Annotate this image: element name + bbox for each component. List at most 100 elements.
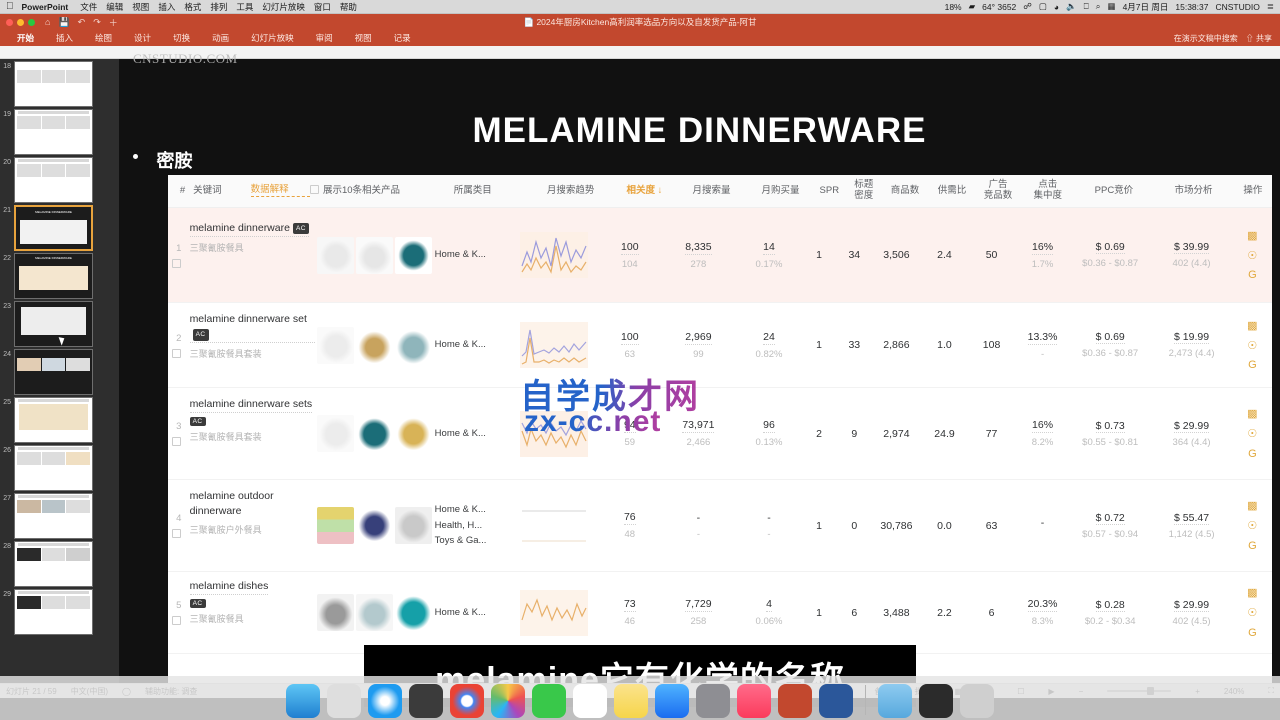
product-image-2[interactable]	[356, 326, 394, 364]
battery-icon[interactable]: ▰	[969, 1, 976, 12]
slide-thumbnail-21-selected[interactable]: MELAMINE DINNERWARE	[14, 205, 93, 251]
slide-thumbnail-24[interactable]	[14, 349, 93, 395]
menu-item-slideshow[interactable]: 幻灯片放映	[262, 1, 305, 13]
more-icon[interactable]: ☉	[1246, 339, 1259, 352]
product-image-1[interactable]	[317, 507, 355, 544]
tab-view[interactable]: 视图	[344, 30, 383, 46]
slide-thumbnail-28[interactable]	[14, 541, 93, 587]
launchpad-icon[interactable]	[327, 684, 361, 718]
word-icon[interactable]	[819, 684, 853, 718]
wifi-icon[interactable]: ◕	[1054, 2, 1059, 12]
bar-chart-icon[interactable]: ▩	[1246, 499, 1259, 512]
safari-icon[interactable]	[368, 684, 402, 718]
chrome-icon[interactable]	[450, 684, 484, 718]
row-product-images[interactable]	[315, 572, 435, 653]
thumbnail-row[interactable]: 21 MELAMINE DINNERWARE	[0, 203, 119, 251]
product-thumbs[interactable]	[317, 507, 433, 544]
thumbnail-row[interactable]: 27	[0, 491, 119, 539]
row-ops[interactable]: ▩ ☉ G	[1233, 303, 1272, 387]
tab-record[interactable]: 记录	[383, 30, 422, 46]
volume-icon[interactable]: 🔈	[1066, 1, 1077, 12]
more-icon[interactable]: ☉	[1246, 519, 1259, 532]
apple-icon[interactable]: 	[6, 1, 14, 12]
tab-slideshow[interactable]: 幻灯片放映	[240, 30, 305, 46]
row-ops[interactable]: ▩ ☉ G	[1233, 572, 1272, 653]
tab-design[interactable]: 设计	[123, 30, 162, 46]
product-image-2[interactable]	[356, 507, 394, 544]
finder-icon[interactable]	[286, 684, 320, 718]
product-image-3[interactable]	[395, 507, 433, 544]
product-image-1[interactable]	[317, 326, 355, 364]
slide-thumbnail-23[interactable]	[14, 301, 93, 347]
product-thumbs[interactable]	[317, 236, 433, 274]
bluetooth-icon[interactable]: ☍	[1023, 1, 1032, 12]
messages-icon[interactable]	[532, 684, 566, 718]
thumbnail-row[interactable]: 26	[0, 443, 119, 491]
google-icon[interactable]: G	[1246, 359, 1259, 372]
powerpoint-icon[interactable]	[778, 684, 812, 718]
menu-item-file[interactable]: 文件	[80, 1, 97, 13]
thumbnail-row[interactable]: 25	[0, 395, 119, 443]
row-keyword-cell[interactable]: melamine dinnerware sets AC 三聚氰胺餐具套装	[189, 388, 316, 479]
control-center-icon[interactable]: ≣	[1267, 1, 1274, 12]
header-show-related[interactable]: 展示10条相关产品	[309, 185, 454, 197]
row-keyword-cell[interactable]: melamine outdoor dinnerware 三聚氰胺户外餐具	[190, 480, 316, 571]
add-icon[interactable]: ＋	[109, 16, 118, 29]
ops-icon-group[interactable]: ▩ ☉ G	[1246, 229, 1259, 282]
product-image-2[interactable]	[356, 236, 394, 274]
row-checkbox[interactable]	[172, 258, 182, 268]
google-icon[interactable]: G	[1246, 626, 1259, 639]
tab-review[interactable]: 审阅	[305, 30, 344, 46]
more-icon[interactable]: ☉	[1246, 606, 1259, 619]
menu-item-view[interactable]: 视图	[132, 1, 149, 13]
slide-thumbnail-22[interactable]: MELAMINE DINNERWARE	[14, 253, 93, 299]
close-icon[interactable]	[6, 18, 13, 26]
screenshare-icon[interactable]: ⎕	[1084, 1, 1089, 12]
row-product-images[interactable]	[315, 388, 435, 479]
keyword-research-table-card[interactable]: # 关键词 数据解释 展示10条相关产品 所属类目 月搜索趋势 相关度 ↓ 月搜…	[168, 175, 1272, 683]
terminal-icon[interactable]	[919, 684, 953, 718]
bar-chart-icon[interactable]: ▩	[1246, 586, 1259, 599]
product-thumbs[interactable]	[317, 594, 433, 631]
input-method-icon[interactable]: ▦	[1108, 1, 1116, 12]
undo-icon[interactable]: ↶	[78, 17, 86, 28]
display-icon[interactable]: ▢	[1039, 1, 1047, 12]
slide-title[interactable]: MELAMINE DINNERWARE	[119, 111, 1280, 151]
tab-insert[interactable]: 插入	[45, 30, 84, 46]
row-trend-cell[interactable]	[509, 480, 599, 571]
menubar-user[interactable]: CNSTUDIO	[1215, 2, 1259, 12]
menu-item-window[interactable]: 窗口	[314, 1, 331, 13]
google-icon[interactable]: G	[1246, 447, 1259, 460]
show-related-checkbox[interactable]	[309, 185, 319, 195]
product-image-2[interactable]	[356, 415, 394, 452]
appstore-icon[interactable]	[655, 684, 689, 718]
folder-icon[interactable]	[878, 684, 912, 718]
product-image-3[interactable]	[395, 326, 433, 364]
tab-transitions[interactable]: 切换	[162, 30, 201, 46]
row-product-images[interactable]	[315, 303, 435, 387]
thumbnail-row[interactable]: 20	[0, 155, 119, 203]
menu-item-insert[interactable]: 插入	[158, 1, 175, 13]
maximize-icon[interactable]	[28, 18, 35, 26]
ops-icon-group[interactable]: ▩ ☉ G	[1246, 499, 1259, 552]
row-keyword-cell[interactable]: melamine dishes AC 三聚氰胺餐具	[189, 572, 316, 653]
thumbnail-row[interactable]: 22 MELAMINE DINNERWARE	[0, 251, 119, 299]
thumbnail-row[interactable]: 28	[0, 539, 119, 587]
product-image-2[interactable]	[356, 594, 394, 631]
calendar-icon[interactable]	[573, 684, 607, 718]
thumbnail-row[interactable]: 19	[0, 107, 119, 155]
product-image-1[interactable]	[317, 594, 355, 631]
product-image-3[interactable]	[395, 415, 433, 452]
row-checkbox[interactable]	[172, 529, 182, 538]
home-icon[interactable]: ⌂	[45, 17, 50, 27]
row-checkbox[interactable]	[172, 616, 182, 625]
sort-desc-icon[interactable]: ↓	[655, 185, 663, 196]
row-checkbox[interactable]	[172, 348, 182, 358]
tab-home[interactable]: 开始	[6, 30, 45, 46]
product-thumbs[interactable]	[317, 326, 433, 364]
redo-icon[interactable]: ↷	[93, 17, 101, 28]
thumbnail-row[interactable]: 18	[0, 59, 119, 107]
ops-icon-group[interactable]: ▩ ☉ G	[1246, 407, 1259, 460]
menu-item-arrange[interactable]: 排列	[210, 1, 227, 13]
product-image-3[interactable]	[395, 236, 433, 274]
